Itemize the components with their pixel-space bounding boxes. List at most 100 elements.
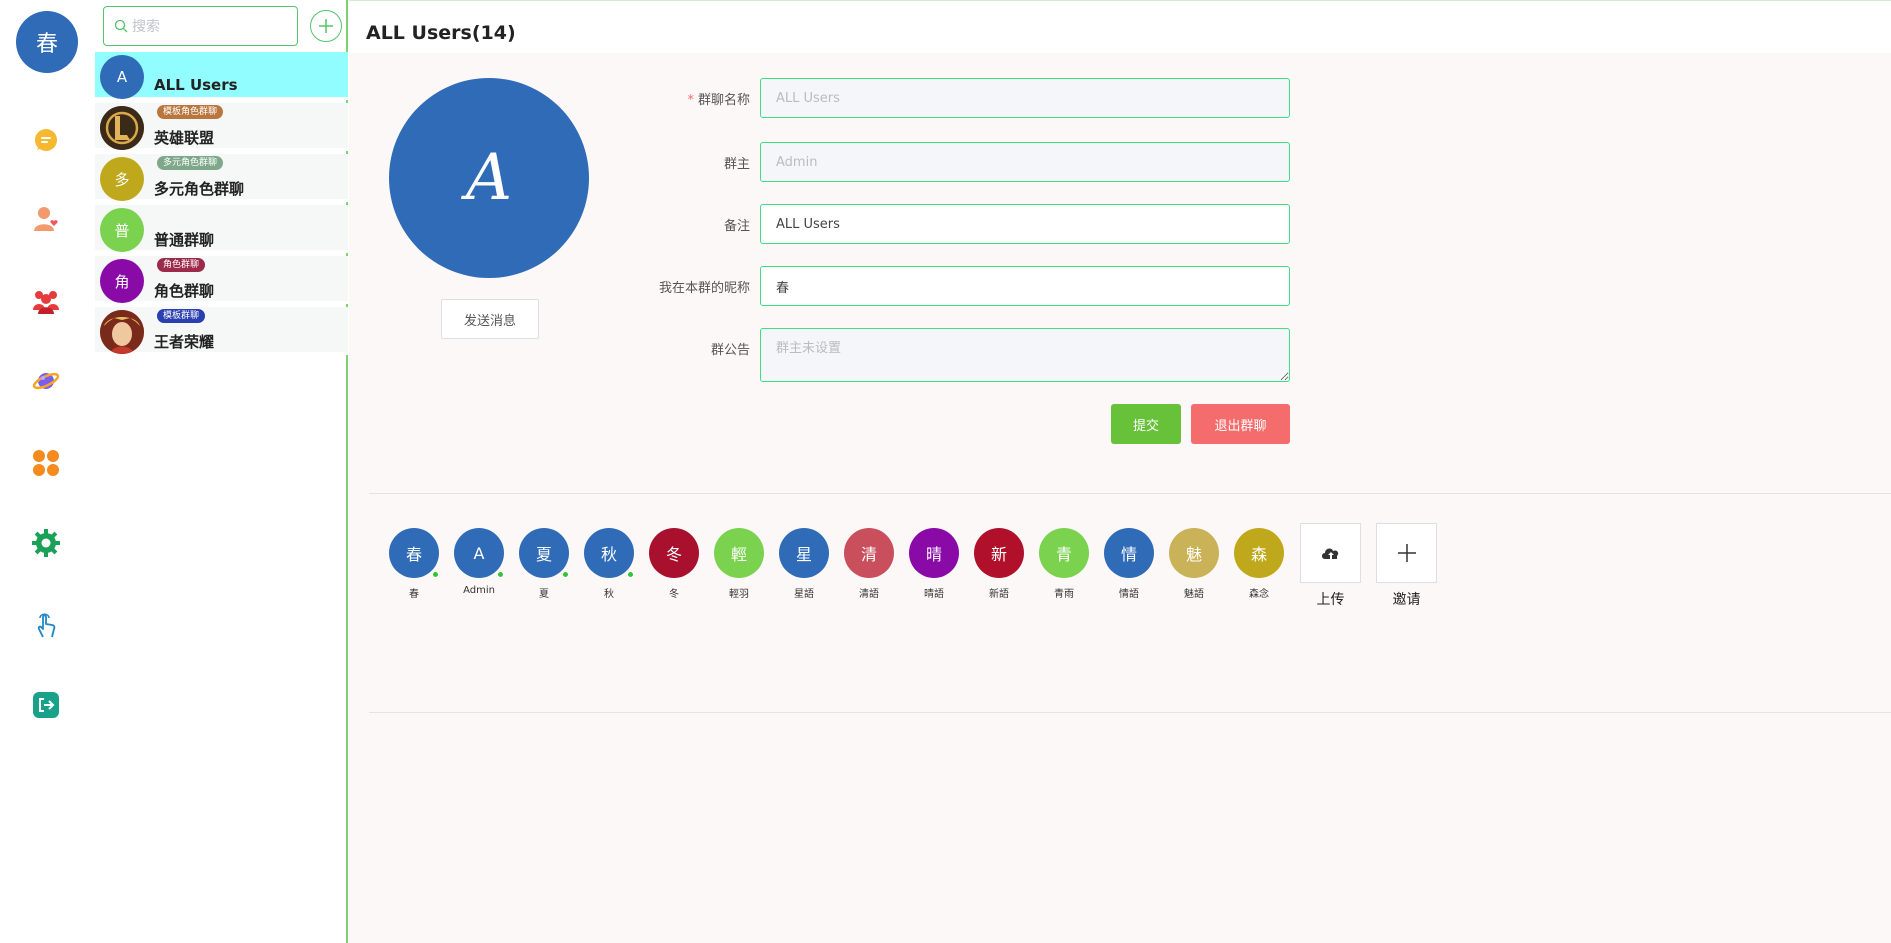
conversation-avatar: 普 bbox=[100, 208, 144, 252]
add-button[interactable] bbox=[310, 10, 342, 42]
member-name: 春 bbox=[409, 589, 419, 600]
conversation-item[interactable]: 普 普通群聊 bbox=[95, 205, 348, 253]
member-avatar: 青 bbox=[1039, 528, 1089, 578]
member-avatar: 秋 bbox=[584, 528, 634, 578]
groups-icon[interactable] bbox=[29, 284, 63, 318]
chat-icon[interactable] bbox=[29, 123, 63, 157]
conversation-name: 多元角色群聊 bbox=[154, 180, 245, 198]
online-indicator bbox=[497, 571, 504, 578]
member-name: 新語 bbox=[989, 589, 1009, 600]
submit-button[interactable]: 提交 bbox=[1111, 404, 1181, 444]
conversation-tag: 多元角色群聊 bbox=[157, 156, 224, 170]
member-item[interactable]: 清 清語 bbox=[844, 528, 894, 604]
conversation-avatar: 多 bbox=[100, 157, 144, 201]
member-name: 星語 bbox=[794, 589, 814, 600]
conversation-name: 角色群聊 bbox=[154, 282, 215, 300]
member-name: 清語 bbox=[859, 589, 879, 600]
nav-rail: 春 bbox=[0, 0, 95, 943]
member-item[interactable]: 冬 冬 bbox=[649, 528, 699, 604]
online-indicator bbox=[627, 571, 634, 578]
member-avatar: 星 bbox=[779, 528, 829, 578]
plus-icon bbox=[319, 19, 333, 33]
member-avatar: 春 bbox=[389, 528, 439, 578]
settings-icon[interactable] bbox=[29, 526, 63, 560]
planet-icon[interactable] bbox=[29, 364, 63, 398]
group-avatar: A bbox=[389, 78, 589, 278]
notice-label: 群公告 bbox=[710, 343, 750, 358]
member-item[interactable]: 夏 夏 bbox=[519, 528, 569, 604]
search-row bbox=[103, 6, 343, 48]
user-avatar[interactable]: 春 bbox=[16, 11, 78, 73]
touch-icon[interactable] bbox=[29, 608, 63, 642]
member-item[interactable]: 新 新語 bbox=[974, 528, 1024, 604]
member-item[interactable]: 輕 輕羽 bbox=[714, 528, 764, 604]
member-item[interactable]: 晴 晴語 bbox=[909, 528, 959, 604]
conversation-item[interactable]: 模板角色群聊 英雄联盟 bbox=[95, 103, 348, 151]
panel-header: ALL Users(14) bbox=[349, 1, 1891, 53]
owner-field[interactable] bbox=[760, 142, 1290, 182]
divider bbox=[369, 712, 1891, 713]
member-avatar: 魅 bbox=[1169, 528, 1219, 578]
conversation-item[interactable]: A ALL Users bbox=[95, 52, 348, 100]
remark-label: 备注 bbox=[723, 219, 750, 234]
conversation-item[interactable]: 角 角色群聊 角色群聊 bbox=[95, 256, 348, 304]
member-item[interactable]: A Admin bbox=[454, 528, 504, 604]
conversation-avatar bbox=[100, 106, 144, 150]
cloud-upload-icon bbox=[1321, 548, 1338, 559]
member-item[interactable]: 春 春 bbox=[389, 528, 439, 604]
member-avatar: 森 bbox=[1234, 528, 1284, 578]
plus-icon bbox=[1397, 544, 1416, 562]
member-item[interactable]: 森 森念 bbox=[1234, 528, 1284, 604]
conversation-name: ALL Users bbox=[154, 76, 238, 94]
member-avatar: 輕 bbox=[714, 528, 764, 578]
conversation-item[interactable]: 模板群聊 王者荣耀 bbox=[95, 307, 348, 355]
member-name: 晴語 bbox=[924, 589, 944, 600]
member-name: 冬 bbox=[669, 589, 679, 600]
group-detail-panel: ALL Users(14) A 发送消息 *群聊名称 群主 备注 我在本群的昵称… bbox=[349, 0, 1891, 943]
conversation-tag: 角色群聊 bbox=[157, 258, 206, 272]
search-box bbox=[103, 6, 298, 46]
member-name: 秋 bbox=[604, 589, 614, 600]
member-avatar: 新 bbox=[974, 528, 1024, 578]
quit-group-button[interactable]: 退出群聊 bbox=[1191, 404, 1290, 444]
owner-label: 群主 bbox=[723, 157, 750, 172]
member-avatar: 夏 bbox=[519, 528, 569, 578]
conversation-list: A ALL Users 模板角色群聊 英雄联盟 多 多元角色群聊 多元角色群聊 … bbox=[95, 0, 348, 943]
member-avatar: 晴 bbox=[909, 528, 959, 578]
remark-field[interactable] bbox=[760, 204, 1290, 244]
search-input[interactable] bbox=[132, 13, 292, 41]
nickname-field[interactable] bbox=[760, 266, 1290, 306]
apps-icon[interactable] bbox=[29, 446, 63, 480]
league-logo-icon bbox=[100, 106, 144, 150]
member-item[interactable]: 青 青雨 bbox=[1039, 528, 1089, 604]
send-message-button[interactable]: 发送消息 bbox=[441, 299, 539, 339]
invite-button[interactable] bbox=[1376, 523, 1437, 583]
search-icon bbox=[114, 19, 128, 33]
member-avatar: A bbox=[454, 528, 504, 578]
member-name: 森念 bbox=[1249, 589, 1269, 600]
member-item[interactable]: 星 星語 bbox=[779, 528, 829, 604]
member-name: 魅語 bbox=[1184, 589, 1204, 600]
notice-field[interactable] bbox=[760, 328, 1290, 382]
upload-button[interactable] bbox=[1300, 523, 1361, 583]
required-mark: * bbox=[687, 93, 694, 108]
member-name: 青雨 bbox=[1054, 589, 1074, 600]
conversation-item[interactable]: 多 多元角色群聊 多元角色群聊 bbox=[95, 154, 348, 202]
upload-label: 上传 bbox=[1316, 592, 1345, 608]
member-item[interactable]: 秋 秋 bbox=[584, 528, 634, 604]
member-name: 情語 bbox=[1119, 589, 1139, 600]
conversation-avatar bbox=[100, 310, 144, 354]
divider bbox=[369, 493, 1891, 494]
member-item[interactable]: 情 情語 bbox=[1104, 528, 1154, 604]
conversation-name: 王者荣耀 bbox=[154, 333, 215, 351]
contacts-icon[interactable] bbox=[29, 202, 63, 236]
member-item[interactable]: 魅 魅語 bbox=[1169, 528, 1219, 604]
member-name: 夏 bbox=[539, 589, 549, 600]
member-name: Admin bbox=[463, 585, 495, 596]
logout-icon[interactable] bbox=[29, 688, 63, 722]
conversation-tag: 模板角色群聊 bbox=[157, 105, 224, 119]
online-indicator bbox=[562, 571, 569, 578]
conversation-name: 英雄联盟 bbox=[154, 129, 215, 147]
group-name-field[interactable] bbox=[760, 78, 1290, 118]
conversation-avatar: A bbox=[100, 55, 144, 99]
